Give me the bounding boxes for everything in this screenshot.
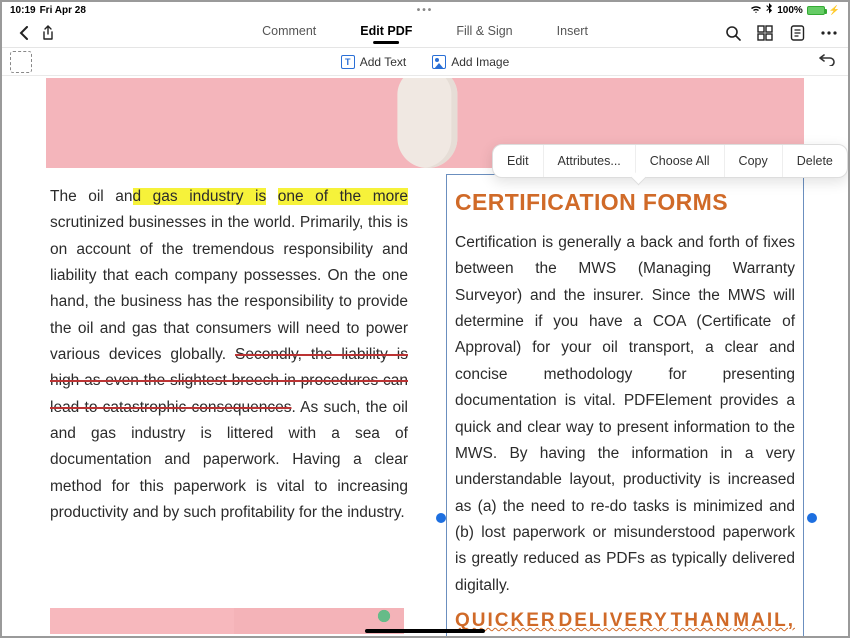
- context-menu: Edit Attributes... Choose All Copy Delet…: [492, 144, 848, 178]
- tab-fill-sign[interactable]: Fill & Sign: [456, 24, 512, 42]
- add-text-label: Add Text: [360, 55, 406, 69]
- marquee-select-icon[interactable]: [10, 51, 32, 73]
- body-text: The oil an: [50, 188, 133, 205]
- search-icon[interactable]: [724, 24, 742, 42]
- charging-icon: ⚡: [829, 5, 840, 16]
- device-frame: 10:19 Fri Apr 28 ••• 100% ⚡ Comment Edit…: [0, 0, 850, 638]
- left-text-column[interactable]: The oil and gas industry is one of the m…: [50, 184, 408, 526]
- page-settings-icon[interactable]: [788, 24, 806, 42]
- status-time: 10:19: [10, 5, 36, 16]
- body-text: [266, 188, 278, 205]
- add-text-button[interactable]: T Add Text: [341, 55, 406, 69]
- add-image-label: Add Image: [451, 55, 509, 69]
- ctx-copy[interactable]: Copy: [725, 145, 783, 177]
- status-date: Fri Apr 28: [40, 5, 86, 16]
- tab-edit-pdf[interactable]: Edit PDF: [360, 24, 412, 42]
- undo-button[interactable]: [818, 52, 836, 71]
- heading-word: DELIVERY: [558, 605, 668, 636]
- ctx-choose-all[interactable]: Choose All: [636, 145, 725, 177]
- drag-handle-icon[interactable]: •••: [417, 5, 434, 16]
- bluetooth-icon: [766, 3, 773, 17]
- header-image-foot: [397, 78, 457, 168]
- highlighted-text: one of the more: [278, 188, 408, 205]
- section-heading-2: QUICKER DELIVERY THAN MAIL,: [455, 605, 795, 636]
- image-box-icon: [432, 55, 446, 69]
- tab-insert[interactable]: Insert: [557, 24, 588, 42]
- ctx-delete[interactable]: Delete: [783, 145, 847, 177]
- add-image-button[interactable]: Add Image: [432, 55, 509, 69]
- document-canvas[interactable]: Edit Attributes... Choose All Copy Delet…: [2, 78, 848, 636]
- wifi-icon: [750, 4, 762, 17]
- top-toolbar: Comment Edit PDF Fill & Sign Insert: [2, 18, 848, 48]
- home-indicator[interactable]: [365, 629, 485, 633]
- battery-percent: 100%: [777, 5, 803, 16]
- highlighted-text: d gas industry is: [133, 188, 267, 205]
- battery-icon: [807, 6, 825, 15]
- more-icon[interactable]: [820, 24, 838, 42]
- mode-tabs: Comment Edit PDF Fill & Sign Insert: [262, 24, 588, 42]
- text-box-icon: T: [341, 55, 355, 69]
- share-button[interactable]: [36, 21, 60, 45]
- edit-toolbar: T Add Text Add Image: [2, 48, 848, 76]
- section-heading: CERTIFICATION FORMS: [455, 183, 795, 222]
- footer-image-strip: [50, 608, 404, 634]
- ctx-edit[interactable]: Edit: [493, 145, 544, 177]
- body-text: Certification is generally a back and fo…: [455, 230, 795, 599]
- right-text-column-selected[interactable]: CERTIFICATION FORMS Certification is gen…: [446, 174, 804, 636]
- selection-handle-left[interactable]: [436, 513, 446, 523]
- selection-handle-right[interactable]: [807, 513, 817, 523]
- body-text: scrutinized businesses in the world. Pri…: [50, 214, 408, 363]
- status-bar: 10:19 Fri Apr 28 ••• 100% ⚡: [2, 2, 848, 18]
- heading-word: THAN: [671, 605, 732, 636]
- tab-comment[interactable]: Comment: [262, 24, 316, 42]
- grid-icon[interactable]: [756, 24, 774, 42]
- ctx-attributes[interactable]: Attributes...: [544, 145, 636, 177]
- body-text: . As such, the oil and gas industry is l…: [50, 399, 408, 521]
- back-button[interactable]: [12, 21, 36, 45]
- heading-word: MAIL,: [733, 605, 795, 636]
